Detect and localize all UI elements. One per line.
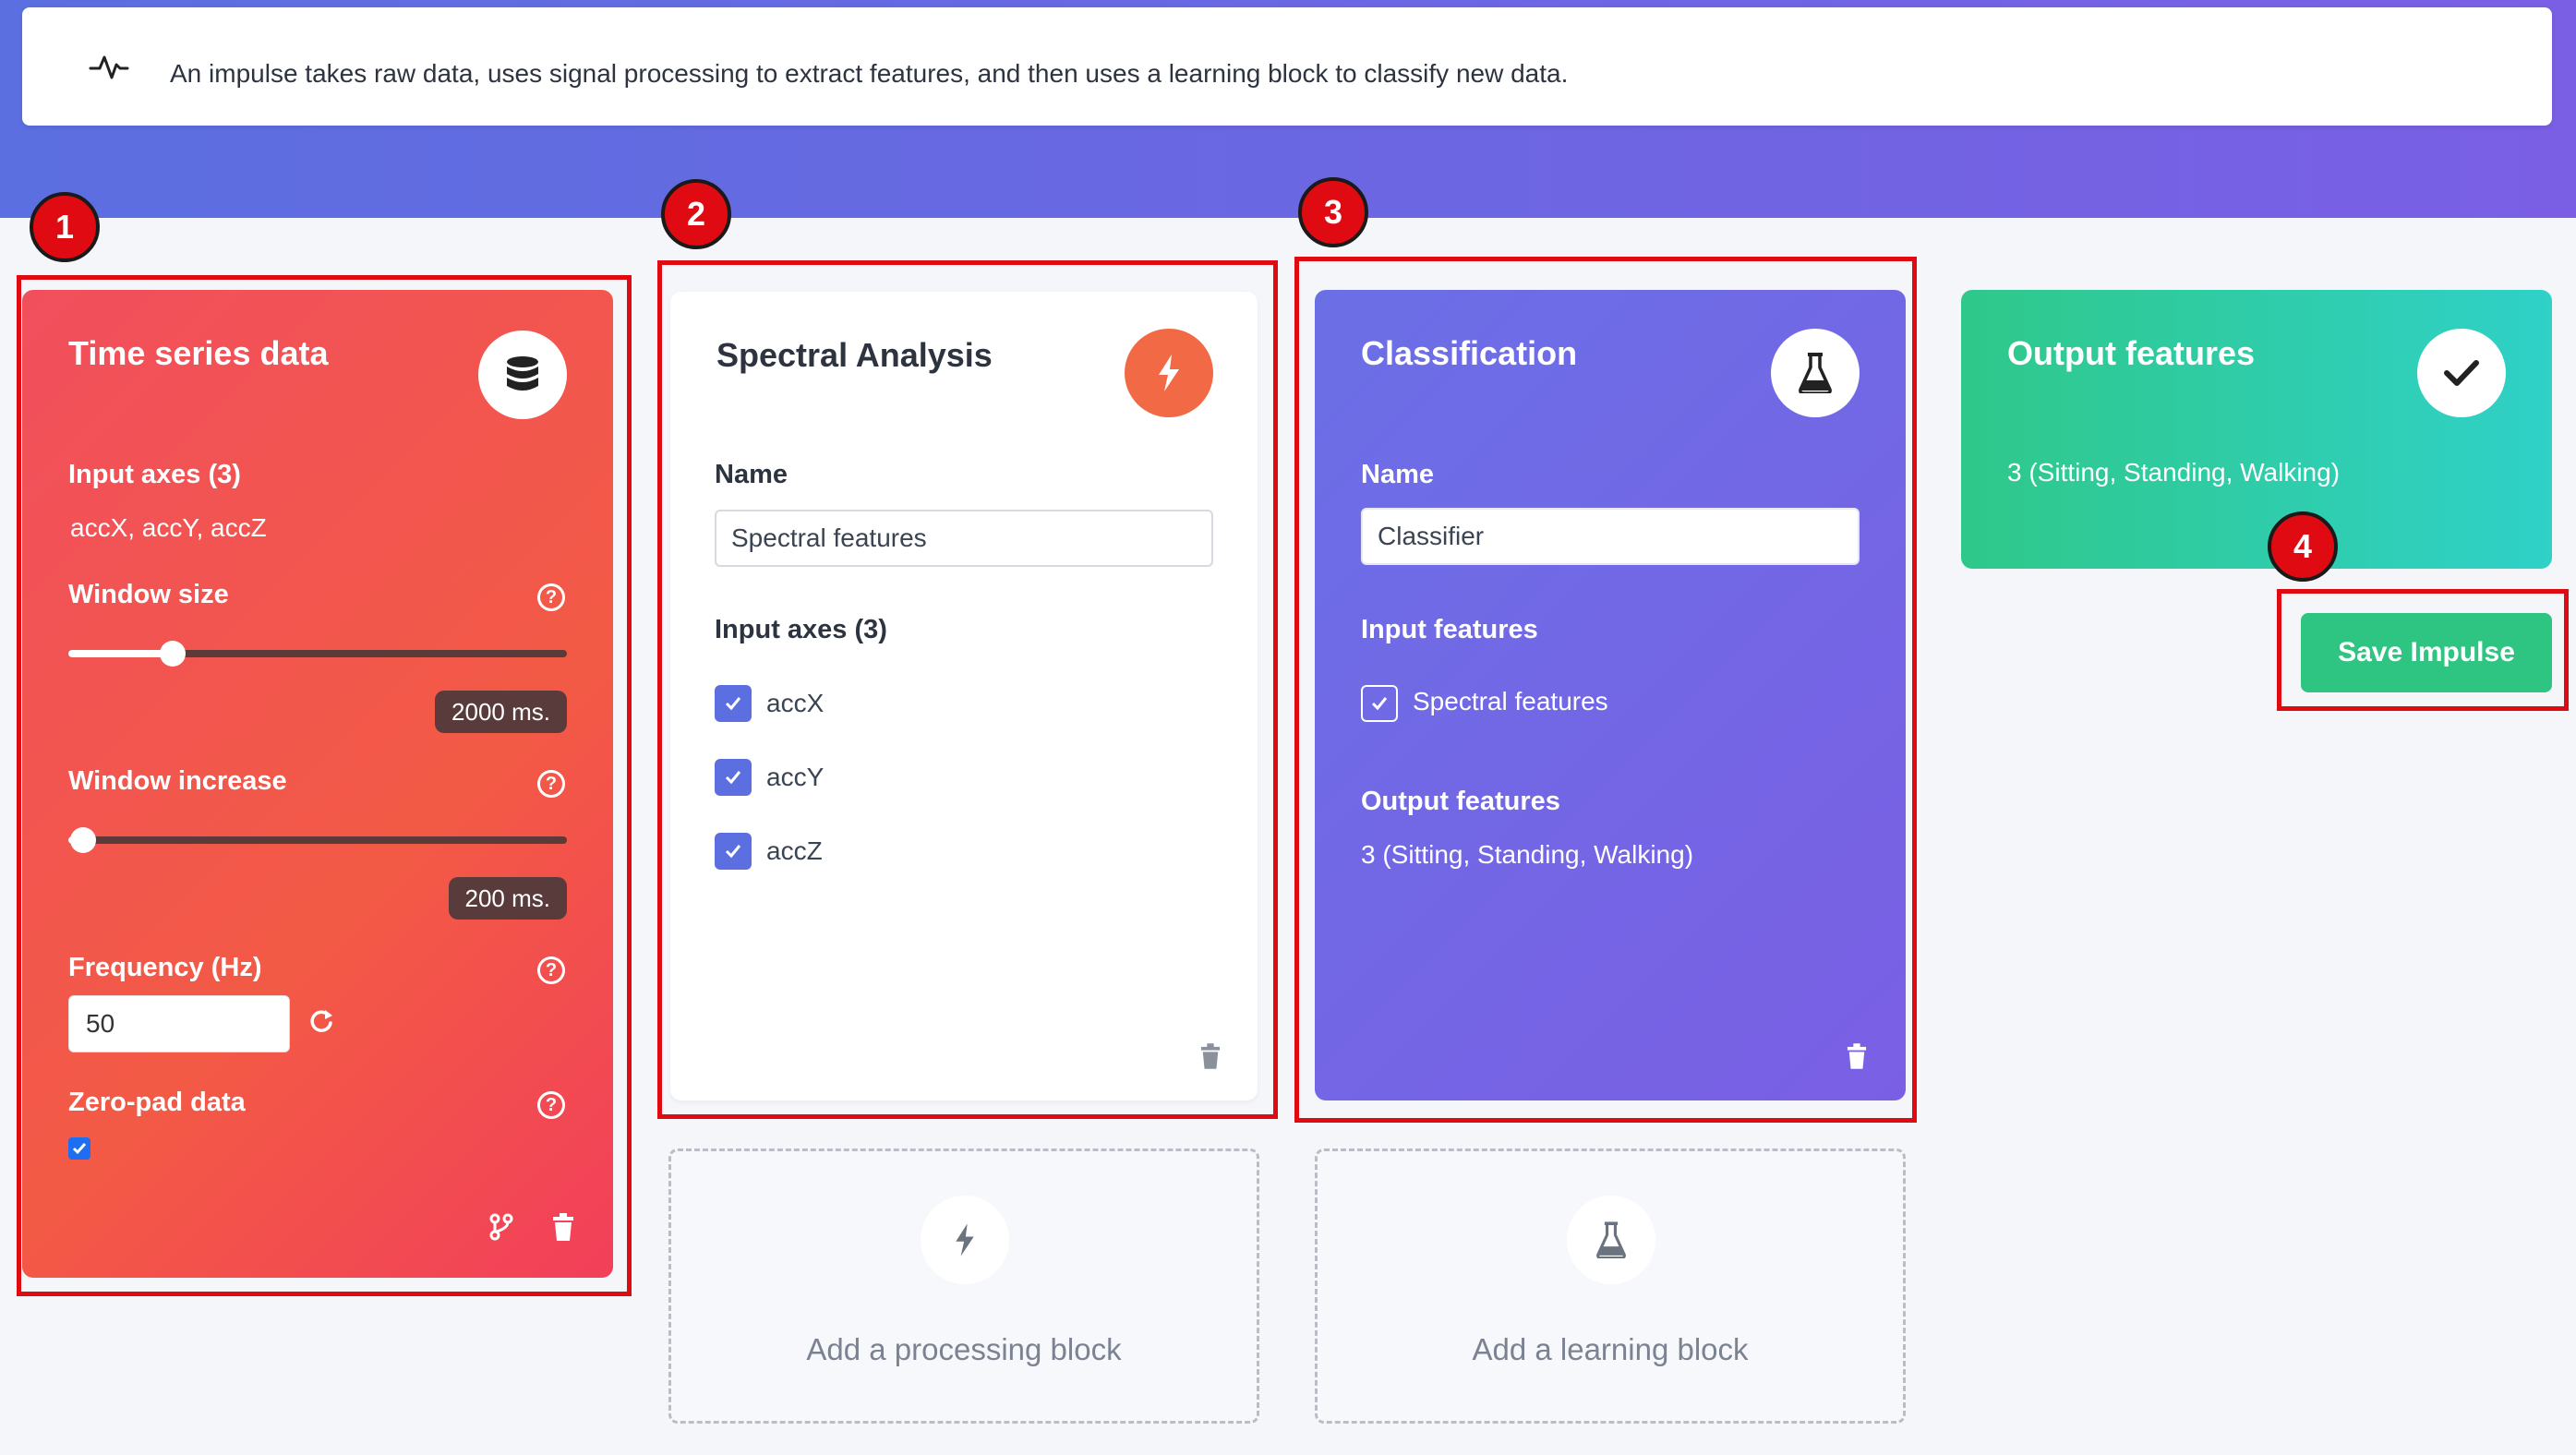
info-banner: An impulse takes raw data, uses signal p…: [22, 7, 2552, 126]
output-features-value: 3 (Sitting, Standing, Walking): [2007, 458, 2341, 487]
step-badge-2: 2: [661, 179, 731, 249]
highlight-box-3: [1294, 257, 1917, 1123]
add-processing-block[interactable]: Add a processing block: [668, 1148, 1259, 1424]
add-learning-block[interactable]: Add a learning block: [1315, 1148, 1906, 1424]
highlight-box-4: [2277, 589, 2569, 711]
add-processing-label: Add a processing block: [806, 1332, 1122, 1366]
step-badge-4: 4: [2268, 511, 2338, 582]
highlight-box-2: [657, 260, 1278, 1119]
add-learning-label: Add a learning block: [1472, 1332, 1749, 1366]
info-text: An impulse takes raw data, uses signal p…: [170, 59, 1569, 88]
lightning-icon: [921, 1196, 1009, 1284]
flask-icon: [1567, 1196, 1655, 1284]
pulse-icon: [89, 54, 129, 86]
highlight-box-1: [17, 275, 632, 1296]
step-badge-1: 1: [30, 192, 100, 262]
card-title: Output features: [2007, 334, 2256, 372]
checkmark-icon: [2417, 329, 2506, 417]
step-badge-3: 3: [1298, 177, 1368, 247]
output-features-card: Output features 3 (Sitting, Standing, Wa…: [1961, 290, 2552, 569]
